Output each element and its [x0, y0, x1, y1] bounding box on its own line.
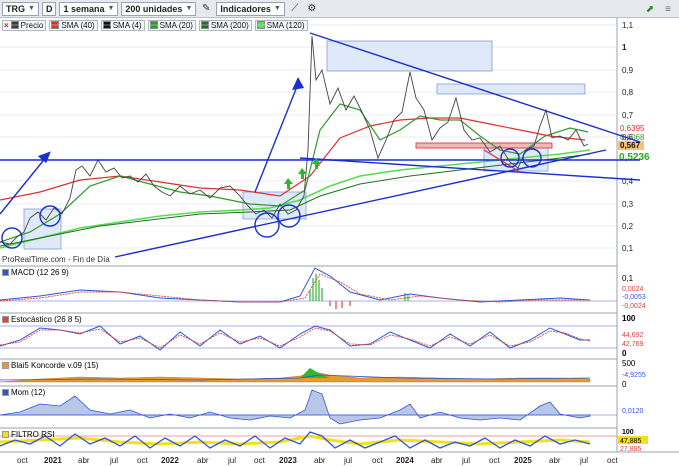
- arrow-line: [254, 83, 299, 193]
- price-tick: 1: [622, 43, 627, 52]
- koncorde-green-area: [300, 368, 330, 378]
- time-tick: jul: [461, 456, 470, 465]
- time-tick: abr: [78, 456, 90, 465]
- time-tick: abr: [314, 456, 326, 465]
- price-tag-sma40: 0,6395: [620, 124, 645, 133]
- highlight-box: [436, 83, 586, 95]
- time-tick: oct: [372, 456, 383, 465]
- uptrend-line: [114, 149, 607, 258]
- price-tick: 0,8: [622, 88, 634, 97]
- blai-tag: -4,9255: [622, 372, 646, 379]
- time-tick: oct: [17, 456, 28, 465]
- price-tag-sma120: 0,5236: [619, 152, 650, 163]
- price-chart-svg: 1,1 1 0,9 0,8 0,7 0,6 0,4 0,3 0,2 0,1 0,…: [0, 18, 679, 465]
- time-tick: abr: [549, 456, 561, 465]
- panel-title-label: Estocástico (26 8 5): [11, 315, 82, 324]
- price-tick: 1,1: [622, 21, 634, 30]
- time-tick: 2024: [396, 456, 414, 465]
- highlight-box: [23, 208, 62, 250]
- time-tick: jul: [343, 456, 352, 465]
- mom-panel-title[interactable]: Mom (12): [2, 388, 45, 397]
- blai-panel-title[interactable]: Blai5 Koncorde v.09 (15): [2, 361, 98, 370]
- price-tick: 0,3: [622, 200, 634, 209]
- panel-title-label: FILTRO RSI: [11, 430, 55, 439]
- time-tick: 2023: [279, 456, 297, 465]
- macd-tag: -0,0024: [622, 303, 646, 310]
- blai-tick: 0: [622, 380, 627, 389]
- arrow-head-icon: [292, 77, 304, 90]
- time-tick: oct: [607, 456, 618, 465]
- price-tick: 0,2: [622, 222, 634, 231]
- rsi-tick: 100: [622, 429, 634, 436]
- macd-panel-title[interactable]: MACD (12 26 9): [2, 268, 69, 277]
- stoch-panel-title[interactable]: Estocástico (26 8 5): [2, 315, 82, 324]
- time-tick: 2025: [514, 456, 532, 465]
- panel-title-label: Blai5 Koncorde v.09 (15): [11, 361, 99, 370]
- time-tick: oct: [137, 456, 148, 465]
- price-tick: 0,1: [622, 244, 634, 253]
- macd-tick: 0,1: [622, 274, 634, 283]
- price-tag-last: 0,567: [620, 141, 641, 150]
- panel-title-label: Mom (12): [11, 388, 46, 397]
- arrow-line: [0, 155, 48, 215]
- stoch-k-line: [0, 325, 590, 351]
- arrow-head-icon: [37, 151, 51, 164]
- rsi-panel-title[interactable]: FILTRO RSI: [2, 430, 54, 439]
- time-tick: jul: [227, 456, 236, 465]
- momentum-area: [0, 389, 591, 425]
- rsi-tag: 47,885: [620, 438, 642, 445]
- macd-line: [0, 267, 591, 303]
- mom-tag: 0,0120: [622, 408, 644, 415]
- stoch-tick: 0: [622, 349, 627, 358]
- macd-tag: 0,0024: [622, 286, 644, 293]
- stoch-tag: 44,692: [622, 332, 644, 339]
- koncorde-area: [0, 371, 591, 383]
- time-tick: oct: [254, 456, 265, 465]
- source-label: ProRealTime.com - Fin de Día: [2, 255, 110, 264]
- time-tick: 2021: [44, 456, 62, 465]
- chart-window: TRG ▼ D 1 semana ▼ 200 unidades ▼ ✎ Indicad…: [0, 0, 679, 467]
- stoch-tick: 100: [622, 314, 636, 323]
- time-tick: jul: [579, 456, 588, 465]
- panel-icon: [2, 431, 9, 438]
- time-tick: oct: [489, 456, 500, 465]
- time-tick: abr: [431, 456, 443, 465]
- stoch-tag: 42,769: [622, 341, 644, 348]
- panel-icon: [2, 362, 9, 369]
- price-tick: 0,9: [622, 66, 634, 75]
- panel-icon: [2, 269, 9, 276]
- time-tick: abr: [197, 456, 209, 465]
- blai-tick: 500: [622, 359, 636, 368]
- time-tick: 2022: [161, 456, 179, 465]
- macd-tag: -0,0053: [622, 294, 646, 301]
- lower-channel-line: [299, 157, 641, 181]
- green-up-arrow-icon: [284, 178, 293, 189]
- time-tick: jul: [109, 456, 118, 465]
- price-tick: 0,7: [622, 111, 634, 120]
- panel-icon: [2, 316, 9, 323]
- panel-icon: [2, 389, 9, 396]
- panel-title-label: MACD (12 26 9): [11, 268, 69, 277]
